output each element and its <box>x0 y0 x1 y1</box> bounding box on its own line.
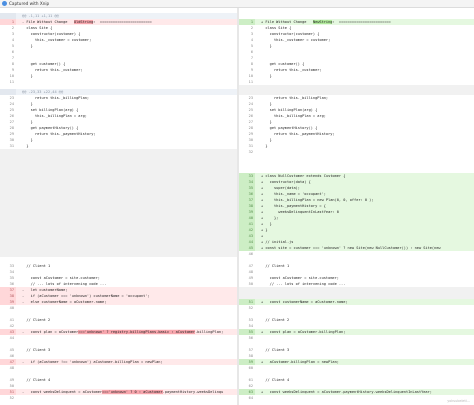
left-diff-line[interactable]: 52 <box>0 395 237 401</box>
line-number: 46 <box>248 252 253 256</box>
line-number: 11 <box>248 80 253 84</box>
inline-change-highlight: OldString <box>73 20 94 24</box>
left-diff-pane[interactable]: @@ -1,11 +1,11 @@ 1- File Without Change … <box>0 11 237 405</box>
right-diff-line[interactable]: 60 <box>239 365 474 371</box>
inline-change-highlight: NewString <box>312 20 333 24</box>
right-filler-block-2 <box>239 287 474 299</box>
left-filler-block <box>0 149 237 257</box>
right-diff-line[interactable]: 52 <box>239 305 474 311</box>
right-diff-line[interactable]: 64 <box>239 395 474 401</box>
line-number: 48 <box>9 366 14 370</box>
left-diff-line[interactable]: 44 <box>0 335 237 341</box>
right-diff-line[interactable]: 50 // ... lots of intervening code ... <box>239 281 474 287</box>
right-diff-line[interactable]: 11 <box>239 79 474 85</box>
line-number: 31 <box>9 144 14 148</box>
line-number: 32 <box>248 150 253 154</box>
line-number: 11 <box>9 80 14 84</box>
app-icon <box>2 1 7 6</box>
code-text: // ... lots of intervening code ... <box>261 282 346 286</box>
window-title: Captured with Xnip <box>9 1 50 6</box>
line-number: 50 <box>248 282 253 286</box>
right-diff-line[interactable]: 56 <box>239 335 474 341</box>
left-diff-line[interactable]: 11 <box>0 79 237 85</box>
line-number: 60 <box>248 366 253 370</box>
left-diff-line[interactable]: 40 <box>0 305 237 311</box>
right-diff-pane[interactable]: 1 + File Without Change NewString: ======… <box>239 11 474 405</box>
line-number: 52 <box>9 396 14 400</box>
right-diff-line[interactable]: 32 <box>239 149 474 155</box>
code-text: } <box>22 144 29 148</box>
line-number: 44 <box>9 336 14 340</box>
right-diff-line[interactable]: 46 <box>239 251 474 257</box>
line-number: 56 <box>248 336 253 340</box>
line-number: 40 <box>9 306 14 310</box>
left-diff-line[interactable]: 48 <box>0 365 237 371</box>
watermark: yoksubeleti... <box>447 399 470 403</box>
inline-change-highlight: ==='unknown' ? 0 : aCustomer <box>102 390 163 394</box>
line-number: 64 <box>248 396 253 400</box>
left-diff-line[interactable]: 31 } <box>0 143 237 149</box>
right-filler-block <box>239 85 474 95</box>
inline-change-highlight: ==='unknown' ? registry.billingPlans.bas… <box>78 330 196 334</box>
window-titlebar: Captured with Xnip <box>0 0 474 8</box>
line-number: 52 <box>248 306 253 310</box>
